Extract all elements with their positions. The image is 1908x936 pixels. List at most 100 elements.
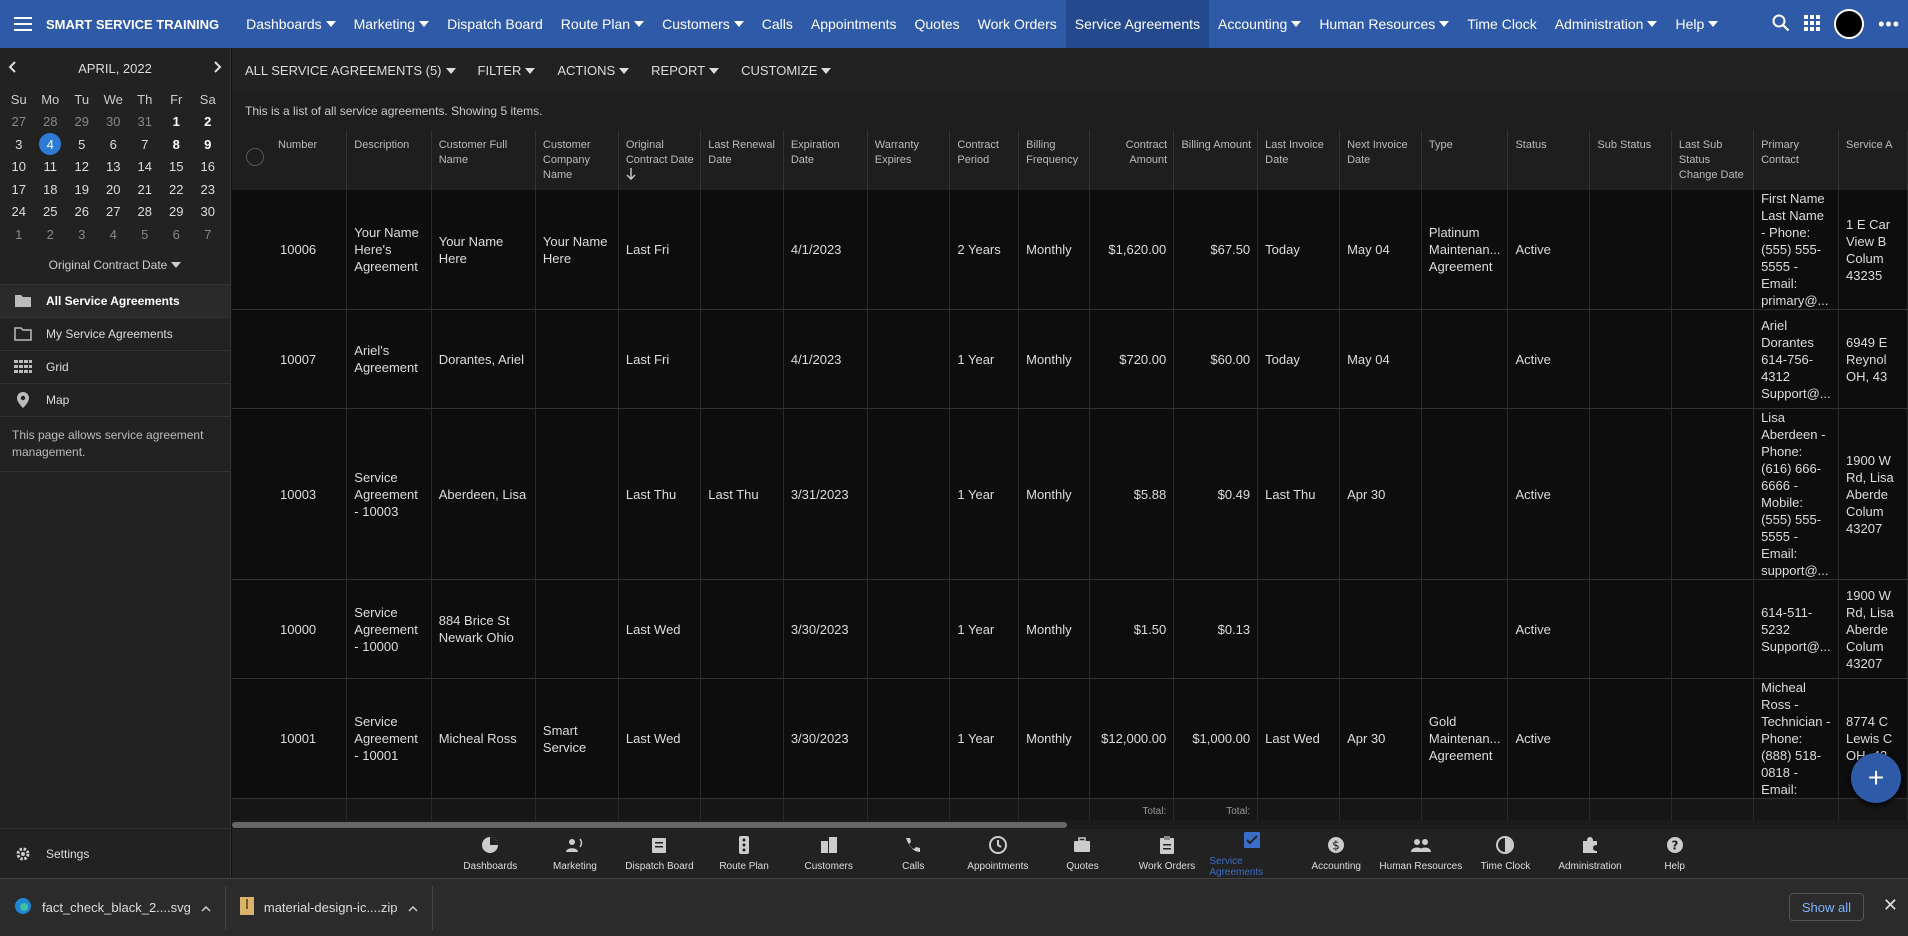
calendar-day[interactable]: 1 (3, 223, 35, 246)
calendar-day[interactable]: 27 (3, 111, 35, 134)
calendar-day[interactable]: 6 (98, 133, 130, 156)
column-header-billing-frequency[interactable]: Billing Frequency (1018, 130, 1090, 190)
filter-menu[interactable]: FILTER (478, 63, 536, 78)
sidebar-item-my-service-agreements[interactable]: My Service Agreements (0, 316, 230, 350)
nav-item-dispatch-board[interactable]: Dispatch Board (438, 0, 552, 48)
prev-month-icon[interactable] (8, 60, 16, 76)
table-row[interactable]: 10007 Ariel's Agreement Dorantes, Ariel Las… (232, 309, 1908, 409)
bottom-nav-quotes[interactable]: Quotes (1040, 829, 1125, 878)
calendar-day[interactable]: 5 (66, 133, 98, 156)
nav-item-time-clock[interactable]: Time Clock (1458, 0, 1546, 48)
bottom-nav-marketing[interactable]: Marketing (533, 829, 618, 878)
bottom-nav-service-agreements[interactable]: Service Agreements (1209, 829, 1294, 878)
calendar-day[interactable]: 2 (192, 111, 224, 134)
calendar-day[interactable]: 30 (192, 201, 224, 224)
calendar-day[interactable]: 15 (161, 156, 193, 179)
bottom-nav-calls[interactable]: Calls (871, 829, 956, 878)
calendar-day[interactable]: 12 (66, 156, 98, 179)
bottom-nav-accounting[interactable]: $ Accounting (1294, 829, 1379, 878)
customize-menu[interactable]: CUSTOMIZE (741, 63, 832, 78)
column-header-contract-amount[interactable]: Contract Amount (1089, 130, 1175, 190)
app-brand[interactable]: SMART SERVICE TRAINING (46, 17, 219, 32)
calendar-day[interactable]: 7 (129, 133, 161, 156)
calendar-day[interactable]: 27 (98, 201, 130, 224)
actions-menu[interactable]: ACTIONS (557, 63, 630, 78)
calendar-month-label[interactable]: APRIL, 2022 (78, 61, 152, 76)
bottom-nav-help[interactable]: ? Help (1632, 829, 1717, 878)
calendar-day[interactable]: 7 (192, 223, 224, 246)
column-header-service-a[interactable]: Service A (1838, 130, 1908, 190)
bottom-nav-work-orders[interactable]: Work Orders (1125, 829, 1210, 878)
column-header-customer-company-name[interactable]: Customer Company Name (535, 130, 619, 190)
add-service-agreement-button[interactable]: + (1851, 753, 1901, 803)
bottom-nav-route-plan[interactable]: Route Plan (702, 829, 787, 878)
calendar-day[interactable]: 14 (129, 156, 161, 179)
column-header-next-invoice-date[interactable]: Next Invoice Date (1339, 130, 1422, 190)
nav-item-work-orders[interactable]: Work Orders (969, 0, 1066, 48)
calendar-day[interactable]: 29 (161, 201, 193, 224)
show-all-downloads-button[interactable]: Show all (1788, 893, 1864, 921)
horizontal-scrollbar[interactable] (232, 820, 1908, 829)
chevron-up-icon[interactable] (407, 900, 418, 915)
calendar-day[interactable]: 19 (66, 178, 98, 201)
column-header-number[interactable]: Number (232, 130, 348, 190)
bottom-nav-administration[interactable]: Administration (1548, 829, 1633, 878)
calendar-day[interactable]: 28 (129, 201, 161, 224)
calendar-day[interactable]: 3 (66, 223, 98, 246)
calendar-day[interactable]: 17 (3, 178, 35, 201)
bottom-nav-customers[interactable]: Customers (786, 829, 871, 878)
settings-button[interactable]: Settings (0, 828, 231, 878)
sidebar-item-all-service-agreements[interactable]: All Service Agreements (0, 283, 230, 317)
calendar-day[interactable]: 9 (192, 133, 224, 156)
select-all-checkbox[interactable] (246, 148, 264, 166)
hamburger-menu-icon[interactable] (0, 0, 46, 48)
nav-item-customers[interactable]: Customers (653, 0, 753, 48)
calendar-day[interactable]: 22 (161, 178, 193, 201)
column-header-last-renewal-date[interactable]: Last Renewal Date (700, 130, 784, 190)
scrollbar-thumb[interactable] (232, 822, 1067, 828)
calendar-day[interactable]: 11 (35, 156, 67, 179)
column-header-billing-amount[interactable]: Billing Amount (1173, 130, 1259, 190)
calendar-day[interactable]: 26 (66, 201, 98, 224)
calendar-day[interactable]: 29 (66, 111, 98, 134)
calendar-day[interactable]: 18 (35, 178, 67, 201)
calendar-day[interactable]: 5 (129, 223, 161, 246)
download-item[interactable]: fact_check_black_2....svg (0, 885, 226, 930)
column-header-contract-period[interactable]: Contract Period (949, 130, 1020, 190)
calendar-day[interactable]: 23 (192, 178, 224, 201)
nav-item-route-plan[interactable]: Route Plan (552, 0, 653, 48)
search-icon[interactable] (1772, 14, 1790, 35)
column-header-last-invoice-date[interactable]: Last Invoice Date (1257, 130, 1341, 190)
view-selector[interactable]: ALL SERVICE AGREEMENTS (5) (245, 63, 456, 78)
report-menu[interactable]: REPORT (651, 63, 720, 78)
column-header-last-sub-status-change-date[interactable]: Last Sub Status Change Date (1671, 130, 1755, 190)
bottom-nav-human-resources[interactable]: Human Resources (1379, 829, 1464, 878)
calendar-day[interactable]: 30 (98, 111, 130, 134)
nav-item-administration[interactable]: Administration (1546, 0, 1667, 48)
sidebar-item-map[interactable]: Map (0, 382, 230, 416)
nav-item-service-agreements[interactable]: Service Agreements (1065, 0, 1210, 48)
calendar-day[interactable]: 31 (129, 111, 161, 134)
column-header-type[interactable]: Type (1421, 130, 1509, 190)
calendar-day[interactable]: 21 (129, 178, 161, 201)
table-row[interactable]: 10003 Service Agreement - 10003 Aberdeen, … (232, 408, 1908, 580)
bottom-nav-dashboards[interactable]: Dashboards (448, 829, 533, 878)
nav-item-appointments[interactable]: Appointments (802, 0, 906, 48)
more-options-icon[interactable]: ••• (1878, 14, 1900, 35)
calendar-day[interactable]: 24 (3, 201, 35, 224)
sidebar-item-grid[interactable]: Grid (0, 349, 230, 383)
user-avatar[interactable] (1834, 9, 1865, 39)
calendar-day-today[interactable]: 4 (35, 133, 67, 156)
date-field-selector[interactable]: Original Contract Date (0, 246, 230, 284)
column-header-sub-status[interactable]: Sub Status (1589, 130, 1672, 190)
calendar-day[interactable]: 8 (161, 133, 193, 156)
calendar-day[interactable]: 4 (98, 223, 130, 246)
chevron-up-icon[interactable] (201, 900, 211, 915)
calendar-day[interactable]: 6 (161, 223, 193, 246)
apps-grid-icon[interactable] (1804, 14, 1821, 34)
nav-item-quotes[interactable]: Quotes (906, 0, 969, 48)
calendar-day[interactable]: 1 (161, 111, 193, 134)
table-row[interactable]: 10001 Service Agreement - 10001 Micheal Ro… (232, 678, 1908, 799)
calendar-day[interactable]: 13 (98, 156, 130, 179)
column-header-primary-contact[interactable]: Primary Contact (1753, 130, 1840, 190)
